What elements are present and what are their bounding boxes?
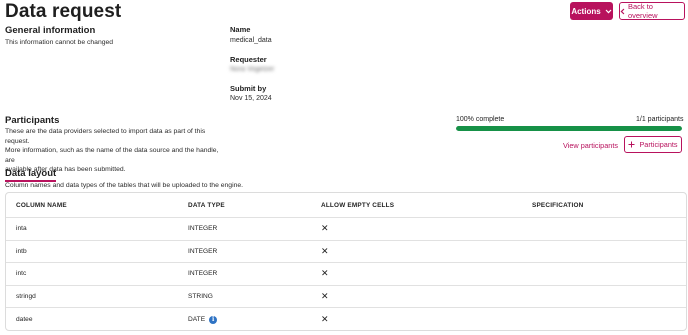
actions-button[interactable]: Actions bbox=[570, 2, 613, 20]
table-row: inta INTEGER ✕ bbox=[6, 218, 686, 241]
table-row: intb INTEGER ✕ bbox=[6, 241, 686, 264]
view-participants-link[interactable]: View participants bbox=[563, 141, 618, 150]
data-type-cell: DATE i bbox=[188, 308, 218, 330]
info-icon[interactable]: i bbox=[209, 315, 218, 324]
requester-label: Requester bbox=[230, 55, 267, 64]
data-type-cell: INTEGER bbox=[188, 225, 218, 233]
column-header: COLUMN NAME bbox=[16, 201, 67, 209]
column-name-cell: inta bbox=[16, 225, 27, 233]
page-title: Data request bbox=[5, 1, 122, 22]
name-label: Name bbox=[230, 25, 251, 34]
table-row: stringd STRING ✕ bbox=[6, 286, 686, 309]
table-row: datee DATE i ✕ bbox=[6, 308, 686, 330]
table-header-row: COLUMN NAME DATA TYPE ALLOW EMPTY CELLS … bbox=[6, 193, 686, 218]
progress-bar bbox=[456, 126, 682, 131]
not-allowed-icon: ✕ bbox=[321, 314, 329, 325]
column-name-cell: intc bbox=[16, 270, 27, 278]
back-label: Back to overview bbox=[627, 2, 658, 20]
data-layout-subtitle: Column names and data types of the table… bbox=[5, 182, 244, 189]
actions-label: Actions bbox=[571, 6, 601, 16]
progress-label: 100% complete bbox=[456, 116, 505, 123]
add-participants-label: Participants bbox=[639, 140, 678, 149]
name-value: medical_data bbox=[230, 37, 272, 44]
participants-title: Participants bbox=[5, 115, 60, 126]
data-type-text: DATE bbox=[188, 316, 206, 324]
column-name-cell: datee bbox=[16, 316, 33, 324]
submit-by-value: Nov 15, 2024 bbox=[230, 95, 272, 102]
add-participants-button[interactable]: Participants bbox=[624, 136, 682, 153]
submit-by-label: Submit by bbox=[230, 84, 267, 93]
column-header: SPECIFICATION bbox=[532, 201, 584, 209]
data-type-cell: STRING bbox=[188, 293, 213, 301]
chevron-down-icon bbox=[605, 9, 612, 13]
participants-description-line: These are the data providers selected to… bbox=[5, 128, 206, 145]
table-row: intc INTEGER ✕ bbox=[6, 263, 686, 286]
data-layout-table: COLUMN NAME DATA TYPE ALLOW EMPTY CELLS … bbox=[5, 192, 687, 331]
requester-value: Nora Vogelzer bbox=[230, 66, 275, 73]
not-allowed-icon: ✕ bbox=[321, 268, 329, 279]
column-name-cell: intb bbox=[16, 247, 27, 255]
chevron-left-icon bbox=[620, 8, 625, 14]
column-header: DATA TYPE bbox=[188, 201, 225, 209]
general-information-subtitle: This information cannot be changed bbox=[5, 39, 114, 46]
not-allowed-icon: ✕ bbox=[321, 223, 329, 234]
participants-count: 1/1 participants bbox=[636, 116, 684, 123]
column-name-cell: stringd bbox=[16, 293, 36, 301]
column-header: ALLOW EMPTY CELLS bbox=[321, 201, 395, 209]
data-type-cell: INTEGER bbox=[188, 270, 218, 278]
not-allowed-icon: ✕ bbox=[321, 291, 329, 302]
not-allowed-icon: ✕ bbox=[321, 245, 329, 256]
progress-bar-fill bbox=[456, 126, 682, 131]
general-information-title: General information bbox=[5, 25, 96, 36]
back-to-overview-button[interactable]: Back to overview bbox=[619, 2, 685, 20]
plus-icon bbox=[628, 141, 635, 148]
data-layout-title: Data layout bbox=[5, 168, 57, 182]
participants-description-line: More information, such as the name of th… bbox=[5, 147, 219, 164]
data-type-cell: INTEGER bbox=[188, 247, 218, 255]
